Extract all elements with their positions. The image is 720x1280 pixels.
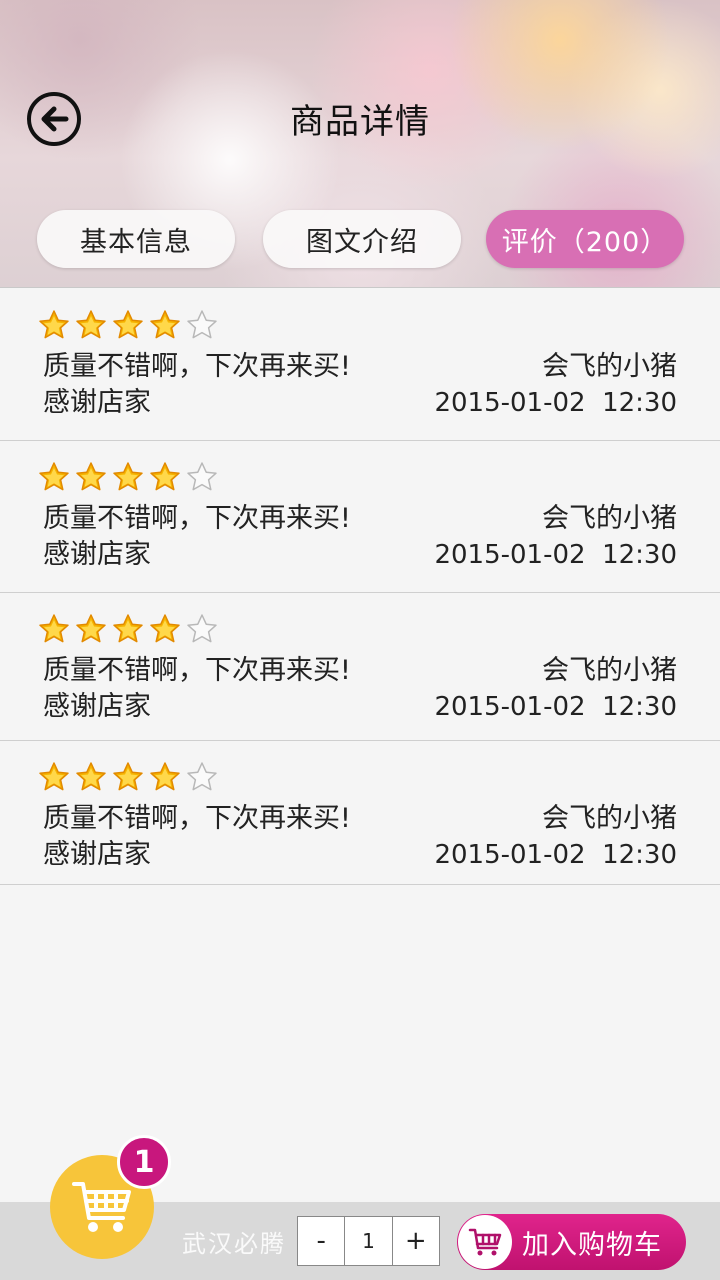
add-to-cart-label: 加入购物车 <box>522 1229 662 1261</box>
review-user: 会飞的小猪 <box>542 351 677 382</box>
review-comment-line2: 感谢店家 <box>43 691 151 722</box>
star-filled-icon <box>150 762 180 791</box>
star-empty-icon <box>187 614 217 643</box>
review-time: 2015-01-02 12:30 <box>434 692 677 722</box>
review-comment: 质量不错啊，下次再来买! <box>43 803 351 834</box>
cart-count-badge: 1 <box>117 1135 171 1189</box>
review-comment-line2: 感谢店家 <box>43 387 151 418</box>
star-filled-icon <box>150 462 180 491</box>
star-filled-icon <box>76 762 106 791</box>
star-filled-icon <box>113 762 143 791</box>
review-item: 质量不错啊，下次再来买! 感谢店家 会飞的小猪 2015-01-02 12:30 <box>0 289 720 441</box>
star-filled-icon <box>39 762 69 791</box>
star-filled-icon <box>76 310 106 339</box>
review-time: 2015-01-02 12:30 <box>434 388 677 418</box>
star-empty-icon <box>187 762 217 791</box>
qty-value[interactable]: 1 <box>344 1217 393 1265</box>
star-filled-icon <box>150 310 180 339</box>
rating-stars <box>38 461 223 493</box>
review-user: 会飞的小猪 <box>542 503 677 534</box>
star-filled-icon <box>76 614 106 643</box>
shopping-cart-icon <box>72 1182 131 1232</box>
star-filled-icon <box>76 462 106 491</box>
review-list: 质量不错啊，下次再来买! 感谢店家 会飞的小猪 2015-01-02 12:30… <box>0 289 720 885</box>
star-filled-icon <box>113 462 143 491</box>
tab-image-text[interactable]: 图文介绍 <box>263 210 461 268</box>
star-filled-icon <box>113 614 143 643</box>
cart-icon <box>468 1228 502 1256</box>
quantity-stepper: - 1 + <box>297 1216 440 1266</box>
cart-icon-wrap <box>458 1215 512 1269</box>
watermark: 武汉必腾 <box>182 1230 286 1258</box>
rating-stars <box>38 613 223 645</box>
rating-stars <box>38 761 223 793</box>
tab-basic-info[interactable]: 基本信息 <box>37 210 235 268</box>
review-comment: 质量不错啊，下次再来买! <box>43 351 351 382</box>
review-user: 会飞的小猪 <box>542 655 677 686</box>
review-item: 质量不错啊，下次再来买! 感谢店家 会飞的小猪 2015-01-02 12:30 <box>0 593 720 741</box>
header: 商品详情 基本信息 图文介绍 评价（200） <box>0 0 720 288</box>
review-comment: 质量不错啊，下次再来买! <box>43 503 351 534</box>
qty-plus-button[interactable]: + <box>393 1217 439 1265</box>
review-item: 质量不错啊，下次再来买! 感谢店家 会飞的小猪 2015-01-02 12:30 <box>0 441 720 593</box>
qty-minus-button[interactable]: - <box>298 1217 344 1265</box>
star-filled-icon <box>39 310 69 339</box>
star-filled-icon <box>39 614 69 643</box>
review-time: 2015-01-02 12:30 <box>434 840 677 870</box>
review-comment: 质量不错啊，下次再来买! <box>43 655 351 686</box>
review-comment-line2: 感谢店家 <box>43 839 151 870</box>
rating-stars <box>38 309 223 341</box>
review-item: 质量不错啊，下次再来买! 感谢店家 会飞的小猪 2015-01-02 12:30 <box>0 741 720 885</box>
star-empty-icon <box>187 310 217 339</box>
add-to-cart-button[interactable]: 加入购物车 <box>457 1214 686 1270</box>
page-title: 商品详情 <box>290 102 430 142</box>
star-filled-icon <box>150 614 180 643</box>
review-user: 会飞的小猪 <box>542 803 677 834</box>
star-filled-icon <box>113 310 143 339</box>
review-time: 2015-01-02 12:30 <box>434 540 677 570</box>
tab-reviews[interactable]: 评价（200） <box>486 210 684 268</box>
review-comment-line2: 感谢店家 <box>43 539 151 570</box>
star-filled-icon <box>39 462 69 491</box>
star-empty-icon <box>187 462 217 491</box>
